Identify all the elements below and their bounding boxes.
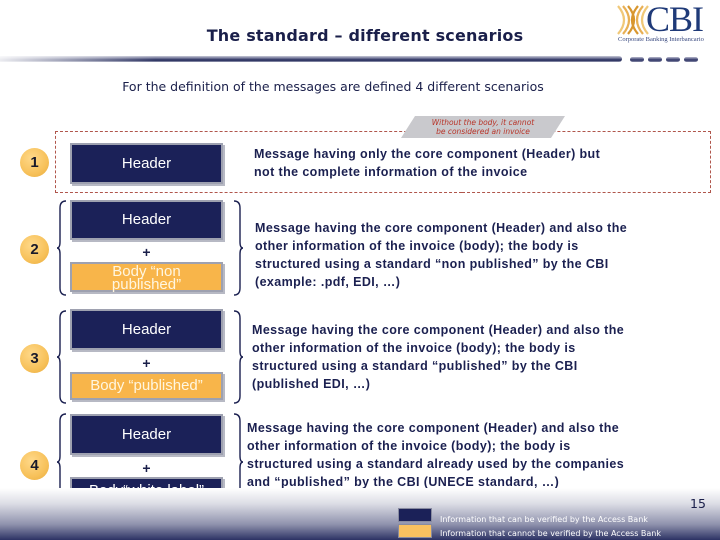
description-line: (published EDI, …): [252, 377, 371, 391]
scenario-number-3: 3: [20, 344, 49, 373]
page-number: 15: [690, 496, 706, 511]
page-title: The standard – different scenarios: [206, 26, 524, 45]
description-line: (example: .pdf, EDI, …): [255, 275, 401, 289]
logo-text: CBI: [646, 0, 704, 39]
description-line: other information of the invoice (body);…: [252, 341, 576, 355]
description-line: other information of the invoice (body);…: [247, 439, 571, 453]
scenario-3-left-brace: [56, 310, 67, 404]
scenario-2-left-brace: [56, 200, 67, 296]
description-line: other information of the invoice (body);…: [255, 239, 579, 253]
legend-swatch-not-verifiable: [398, 524, 432, 538]
description-line: Message having the core component (Heade…: [247, 421, 620, 435]
note-line-1: Without the body, it cannot: [431, 118, 535, 127]
invoice-note-text: Without the body, it cannot be considere…: [401, 118, 565, 136]
description-line: Message having only the core component (…: [254, 147, 601, 161]
body-label-line: published”: [111, 276, 182, 293]
decorative-pill: [666, 57, 680, 62]
scenario-3-right-brace: [233, 310, 244, 404]
decorative-pill: [684, 57, 698, 62]
description-line: structured using a standard “published” …: [252, 359, 578, 373]
scenario-number-4: 4: [20, 451, 49, 480]
description-line: not the complete information of the invo…: [254, 165, 528, 179]
cbi-logo: CBI Corporate Banking Interbancario: [616, 0, 720, 46]
scenario-3-body-box: Body “published”: [70, 372, 223, 400]
logo-subtext: Corporate Banking Interbancario: [618, 36, 704, 43]
scenario-3-description: Message having the core component (Heade…: [252, 321, 624, 393]
invoice-note-callout: Without the body, it cannot be considere…: [401, 116, 565, 138]
description-line: Message having the core component (Heade…: [252, 323, 625, 337]
legend-label-not-verifiable: Information that cannot be verified by t…: [440, 529, 661, 538]
scenario-2-description: Message having the core component (Heade…: [255, 219, 627, 291]
scenario-number-2: 2: [20, 235, 49, 264]
scenario-2-right-brace: [233, 200, 244, 296]
scenario-3-plus: +: [142, 355, 151, 371]
cbi-logo-icon: [617, 5, 649, 35]
scenario-4-description: Message having the core component (Heade…: [247, 419, 624, 491]
scenario-3-header-box: Header: [70, 309, 223, 350]
scenario-2-plus: +: [142, 244, 151, 260]
description-line: structured using a standard already used…: [247, 457, 625, 471]
legend-swatch-verifiable: [398, 508, 432, 522]
decorative-pill: [630, 57, 644, 62]
scenario-4-plus: +: [142, 460, 151, 476]
note-line-2: be considered an invoice: [436, 127, 530, 136]
page-subtitle: For the definition of the messages are d…: [122, 79, 544, 94]
scenario-2-body-box: Body “non published”: [70, 262, 223, 292]
scenario-number-1: 1: [20, 148, 49, 177]
decorative-pill: [648, 57, 662, 62]
scenario-1-description: Message having only the core component (…: [254, 145, 600, 181]
title-divider: [0, 56, 622, 62]
legend-label-verifiable: Information that can be verified by the …: [440, 515, 648, 524]
scenario-1-header-box: Header: [70, 143, 223, 184]
description-line: Message having the core component (Heade…: [255, 221, 628, 235]
description-line: structured using a standard “non publish…: [255, 257, 609, 271]
scenario-4-header-box: Header: [70, 414, 223, 455]
scenario-2-header-box: Header: [70, 200, 223, 240]
